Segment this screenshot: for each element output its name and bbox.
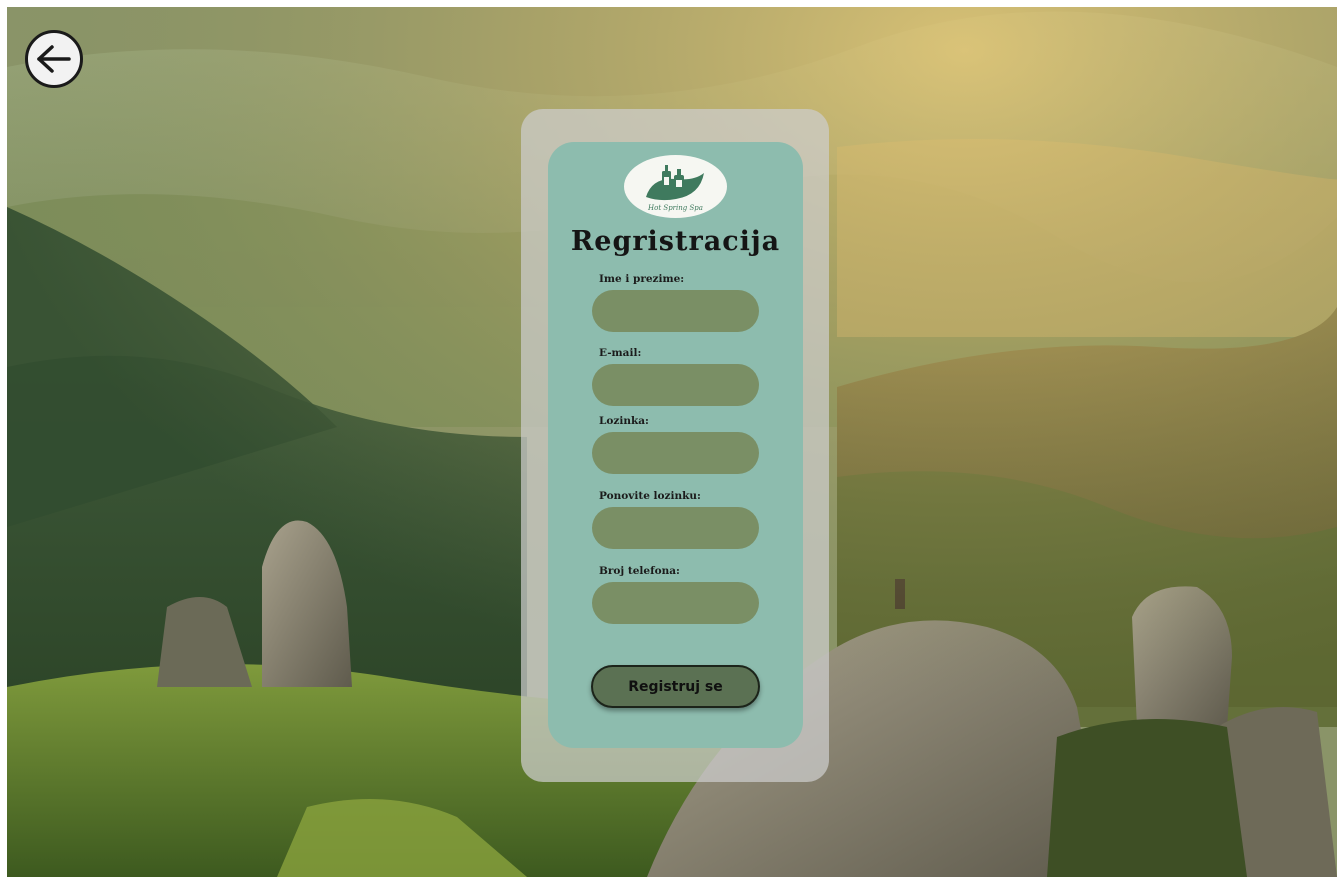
- register-button[interactable]: Registruj se: [591, 665, 760, 708]
- repeat-password-input[interactable]: [592, 507, 759, 549]
- email-input[interactable]: [592, 364, 759, 406]
- phone-label: Broj telefona:: [599, 565, 680, 577]
- full-name-input[interactable]: [592, 290, 759, 332]
- logo-text: Hot Spring Spa: [648, 204, 703, 212]
- full-name-label: Ime i prezime:: [599, 273, 685, 285]
- password-label: Lozinka:: [599, 415, 649, 427]
- spa-logo: Hot Spring Spa: [624, 155, 727, 218]
- password-input[interactable]: [592, 432, 759, 474]
- page-title: Regristracija: [570, 226, 781, 257]
- arrow-left-icon: [37, 45, 71, 73]
- back-button[interactable]: [25, 30, 83, 88]
- phone-input[interactable]: [592, 582, 759, 624]
- email-label: E-mail:: [599, 347, 642, 359]
- repeat-password-label: Ponovite lozinku:: [599, 490, 701, 502]
